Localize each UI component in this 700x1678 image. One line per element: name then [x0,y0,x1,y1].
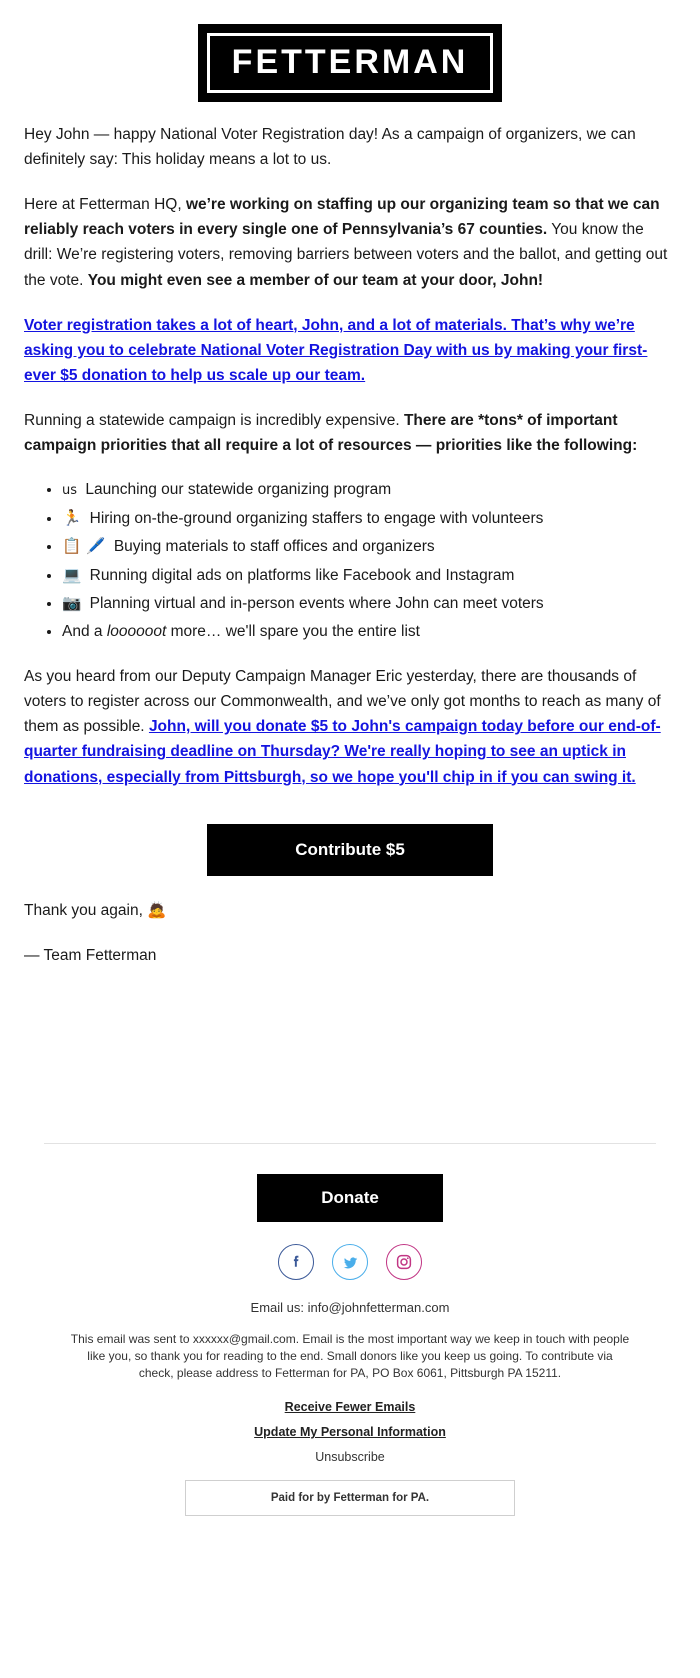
list-item-label: Running digital ads on platforms like Fa… [85,566,515,584]
paragraph-priorities-intro: Running a statewide campaign is incredib… [24,408,676,458]
logo-wordmark: FETTERMAN [231,43,469,81]
list-item-label: Launching our statewide organizing progr… [81,481,392,499]
email-content: Hey John — happy National Voter Registra… [0,112,700,790]
priorities-list: us Launching our statewide organizing pr… [24,478,676,644]
list-item: 📋 🖊️ Buying materials to staff offices a… [62,534,676,559]
fetterman-logo: FETTERMAN [197,24,503,102]
unsubscribe-link[interactable]: Unsubscribe [24,1450,676,1464]
footer-spacer [0,968,700,1143]
more-post: more… we'll spare you the entire list [166,622,420,640]
list-item: 🏃 Hiring on-the-ground organizing staffe… [62,506,676,531]
contribute-button[interactable]: Contribute $5 [207,823,493,877]
us-flag-icon: us [62,483,78,499]
list-item: 💻 Running digital ads on platforms like … [62,563,676,588]
clipboard-pen-icon: 📋 🖊️ [62,537,106,556]
voter-registration-donate-link[interactable]: Voter registration takes a lot of heart,… [24,317,647,384]
email-body: FETTERMAN Hey John — happy National Vote… [0,0,700,1537]
paragraph-greeting: Hey John — happy National Voter Registra… [24,126,636,169]
facebook-icon[interactable] [278,1244,314,1281]
list-item-label: Hiring on-the-ground organizing staffers… [85,509,544,527]
signoff-team: — Team Fetterman [24,947,157,965]
list-item-label: Buying materials to staff offices and or… [109,538,435,556]
para2-bold-2: You might even see a member of our team … [87,271,544,289]
twitter-icon[interactable] [332,1244,368,1281]
camera-icon: 📷 [62,594,82,613]
more-pre: And a [62,622,107,640]
update-personal-info-link[interactable]: Update My Personal Information [24,1425,676,1439]
laptop-icon: 💻 [62,565,82,584]
paid-for-disclaimer: Paid for by Fetterman for PA. [185,1480,515,1517]
signoff-text: Thank you again, [24,902,148,920]
logo-header: FETTERMAN [0,0,700,112]
list-item: us Launching our statewide organizing pr… [62,478,676,502]
para2-lead: Here at Fetterman HQ, [24,196,186,214]
instagram-icon[interactable] [386,1244,422,1281]
contact-email: Email us: info@johnfetterman.com [250,1300,450,1316]
logo-border: FETTERMAN [206,33,494,93]
legal-disclaimer: This email was sent to xxxxxx@gmail.com.… [70,1332,630,1381]
more-italic: loooooot [106,622,167,640]
signoff-thanks: Thank you again, 🙇 [0,898,700,923]
paragraph-staffing: Here at Fetterman HQ, we’re working on s… [24,192,676,292]
donate-button[interactable]: Donate [257,1174,443,1223]
email-footer: Donate Email us: info@johnfetterman.com … [0,1144,700,1536]
runner-icon: 🏃 [62,508,82,527]
list-item: 📷 Planning virtual and in-person events … [62,591,676,616]
list-item-more: And a loooooot more… we'll spare you the… [62,620,676,644]
paragraph-deputy-manager: As you heard from our Deputy Campaign Ma… [24,664,676,790]
social-links [24,1244,676,1281]
list-item-label: Planning virtual and in-person events wh… [85,595,544,613]
bowing-person-icon: 🙇 [147,901,167,920]
receive-fewer-emails-link[interactable]: Receive Fewer Emails [24,1400,676,1414]
para3-lead: Running a statewide campaign is incredib… [24,411,404,429]
donation-link-paragraph-1: Voter registration takes a lot of heart,… [24,313,676,388]
contribute-cta-block: Contribute $5 [0,810,700,898]
